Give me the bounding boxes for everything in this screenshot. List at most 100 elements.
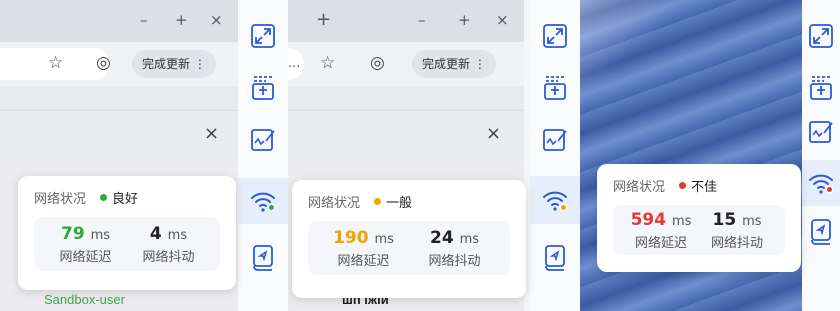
status-dot-icon <box>560 204 567 211</box>
tool-feedback[interactable] <box>530 238 580 278</box>
latency-stat: 594 ms 网络延迟 <box>623 209 699 251</box>
network-status-card: 网络状况 良好 79 ms 网络延迟 4 ms 网络抖动 <box>18 176 236 290</box>
screenshot-list-icon <box>810 76 832 100</box>
close-window-icon[interactable]: × <box>496 11 509 29</box>
jitter-label: 网络抖动 <box>710 235 763 251</box>
latency-value: 594 <box>630 209 667 230</box>
tool-screenshot-list[interactable] <box>238 68 288 108</box>
latency-label: 网络延迟 <box>634 235 687 251</box>
panel-normal: + – + × ... ☆ ◎ 完成更新 ⋮ × шп іжій 网络状况 一般… <box>288 0 580 311</box>
bookmark-star-icon[interactable]: ☆ <box>48 53 63 73</box>
jitter-value: 24 <box>429 227 454 248</box>
tool-expand[interactable] <box>238 16 288 56</box>
latency-value-row: 79 ms <box>61 224 110 244</box>
jitter-value-row: 15 ms <box>712 210 761 230</box>
network-title: 网络状况 <box>34 192 87 207</box>
status-dot-icon <box>268 204 275 211</box>
user-label: Sandbox-user <box>44 292 125 307</box>
latency-label: 网络延迟 <box>59 249 112 265</box>
latency-value: 190 <box>333 227 369 248</box>
signature-icon <box>251 129 275 151</box>
tool-strip <box>530 0 580 311</box>
new-tab-icon[interactable]: + <box>316 9 331 30</box>
tab-content-bar: × <box>288 110 524 158</box>
status-text: 良好 <box>112 192 139 207</box>
omnibox-ellipsis: ... <box>288 56 301 71</box>
profile-icon[interactable]: ◎ <box>96 53 111 73</box>
jitter-unit: ms <box>167 227 188 243</box>
latency-unit: ms <box>671 213 692 229</box>
title-bar: – + × <box>0 0 238 42</box>
bookmark-star-icon[interactable]: ☆ <box>320 53 335 73</box>
close-icon[interactable]: × <box>204 123 219 144</box>
latency-label: 网络延迟 <box>337 253 390 269</box>
stats-box: 594 ms 网络延迟 15 ms 网络抖动 <box>613 205 785 255</box>
status-row: 网络状况 一般 <box>308 192 510 211</box>
update-button[interactable]: 完成更新 ⋮ <box>132 50 216 78</box>
status-dot-icon <box>826 186 833 193</box>
tool-strip <box>802 0 840 311</box>
status-dot-icon <box>679 182 687 189</box>
stats-box: 190 ms 网络延迟 24 ms 网络抖动 <box>308 221 510 275</box>
feedback-icon <box>545 245 565 271</box>
screenshot-list-icon <box>544 76 566 100</box>
address-bar: ☆ ◎ 完成更新 ⋮ <box>0 42 238 86</box>
status-text: 一般 <box>386 196 413 211</box>
jitter-value: 15 <box>712 209 737 230</box>
screenshot-list-icon <box>252 76 274 100</box>
status-row: 网络状况 不佳 <box>613 176 785 195</box>
tool-screenshot-list[interactable] <box>802 68 840 108</box>
close-window-icon[interactable]: × <box>210 11 223 29</box>
tool-feedback[interactable] <box>802 212 840 252</box>
tool-network[interactable] <box>238 178 288 224</box>
jitter-label: 网络抖动 <box>428 253 481 269</box>
network-status-comparison: – + × ☆ ◎ 完成更新 ⋮ × Sandbox-user 网络状况 良好 … <box>0 0 840 311</box>
network-status-card: 网络状况 不佳 594 ms 网络延迟 15 ms 网络抖动 <box>597 164 801 272</box>
jitter-stat: 15 ms 网络抖动 <box>699 210 775 251</box>
tool-screenshot-list[interactable] <box>530 68 580 108</box>
latency-value-row: 190 ms <box>333 228 394 248</box>
expand-icon <box>251 24 275 48</box>
tool-signature[interactable] <box>238 120 288 160</box>
status-dot-icon <box>374 198 382 205</box>
feedback-icon <box>811 219 831 245</box>
jitter-value-row: 4 ms <box>150 224 187 244</box>
profile-icon[interactable]: ◎ <box>370 53 385 73</box>
tool-network[interactable] <box>530 176 580 224</box>
stats-box: 79 ms 网络延迟 4 ms 网络抖动 <box>34 217 220 271</box>
network-title: 网络状况 <box>308 196 361 211</box>
panel-poor: 网络状况 不佳 594 ms 网络延迟 15 ms 网络抖动 <box>580 0 840 311</box>
jitter-stat: 24 ms 网络抖动 <box>409 228 500 269</box>
jitter-unit: ms <box>742 213 762 229</box>
latency-stat: 190 ms 网络延迟 <box>318 228 409 269</box>
status-text: 不佳 <box>691 180 718 195</box>
tool-feedback[interactable] <box>238 238 288 278</box>
signature-icon <box>809 121 833 143</box>
tool-strip <box>238 0 288 311</box>
maximize-icon[interactable]: + <box>175 11 188 29</box>
minimize-icon[interactable]: – <box>140 11 148 29</box>
close-icon[interactable]: × <box>486 123 501 144</box>
title-bar: + – + × <box>288 0 524 42</box>
feedback-icon <box>253 245 273 271</box>
expand-icon <box>809 24 833 48</box>
maximize-icon[interactable]: + <box>458 11 471 29</box>
latency-value: 79 <box>60 223 85 244</box>
tool-expand[interactable] <box>530 16 580 56</box>
expand-icon <box>543 24 567 48</box>
tool-network[interactable] <box>802 160 840 206</box>
jitter-label: 网络抖动 <box>142 249 195 265</box>
tab-content-bar: × <box>0 110 238 158</box>
update-button[interactable]: 完成更新 ⋮ <box>412 50 496 78</box>
minimize-icon[interactable]: – <box>418 11 426 29</box>
tool-signature[interactable] <box>802 112 840 152</box>
address-bar: ... ☆ ◎ 完成更新 ⋮ <box>288 42 524 86</box>
latency-unit: ms <box>90 227 111 243</box>
signature-icon <box>543 129 567 151</box>
tool-expand[interactable] <box>802 16 840 56</box>
latency-stat: 79 ms 网络延迟 <box>44 224 127 265</box>
tool-signature[interactable] <box>530 120 580 160</box>
panel-good: – + × ☆ ◎ 完成更新 ⋮ × Sandbox-user 网络状况 良好 … <box>0 0 288 311</box>
jitter-value-row: 24 ms <box>430 228 479 248</box>
status-dot-icon <box>100 194 108 201</box>
